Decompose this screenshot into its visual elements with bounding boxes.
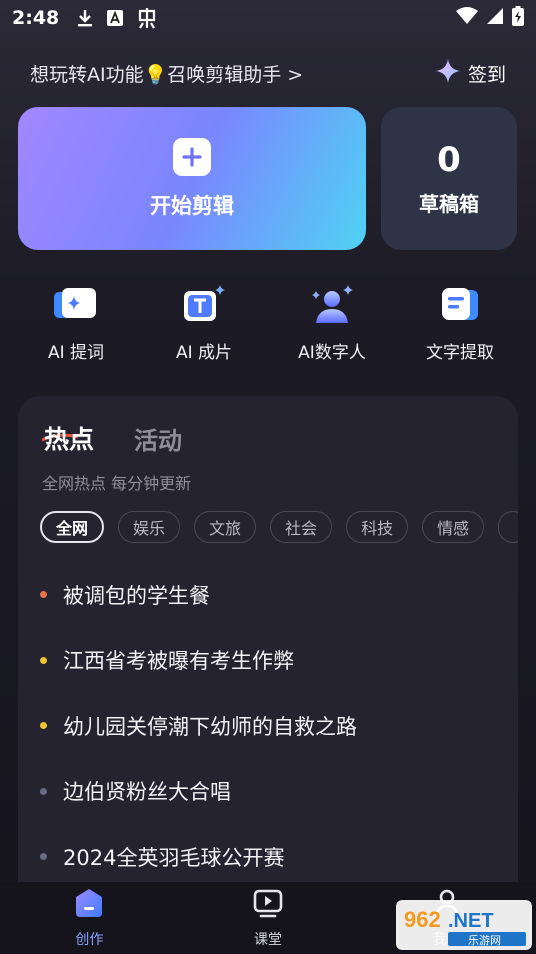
list-item[interactable]: 幼儿园关停潮下幼师的自救之路: [40, 693, 500, 759]
tool-label: AI 提词: [47, 343, 105, 363]
wifi-icon: [456, 6, 478, 30]
ai-prompter-icon: [52, 282, 100, 326]
tool-label: AI数字人: [298, 343, 366, 363]
chip-all[interactable]: 全网: [40, 511, 105, 543]
ai-avatar-icon: [308, 282, 356, 326]
rank-dot: [40, 787, 47, 795]
sparkle-icon: [435, 58, 460, 88]
checkin-button[interactable]: 签到: [435, 58, 506, 88]
rank-dot: [40, 591, 47, 599]
text-extract-icon: [436, 282, 484, 326]
rank-dot: [40, 722, 47, 730]
svg-text:962: 962: [404, 907, 441, 932]
site-watermark: 962 .NET 乐游网: [396, 900, 532, 950]
a-notification-icon: [107, 10, 124, 26]
hot-topic-list: 被调包的学生餐 江西省考被曝有考生作弊 幼儿园关停潮下幼师的自救之路 边伯贤粉丝…: [40, 562, 500, 886]
svg-text:乐游网: 乐游网: [468, 934, 501, 947]
tool-label: AI 成片: [175, 343, 233, 363]
list-item[interactable]: 被调包的学生餐: [40, 562, 500, 628]
ai-video-icon: [180, 282, 228, 326]
chip-more[interactable]: [498, 511, 518, 543]
assistant-banner-link[interactable]: 想玩转AI功能💡召唤剪辑助手 >: [30, 60, 303, 87]
tool-ai-avatar[interactable]: AI数字人: [277, 282, 387, 364]
tool-ai-prompter[interactable]: AI 提词: [21, 282, 131, 364]
nav-label: 课堂: [253, 932, 282, 948]
status-bar: 2:48: [0, 0, 536, 36]
rank-dot: [40, 656, 47, 664]
topic-text: 江西省考被曝有考生作弊: [63, 649, 294, 674]
app-notification-icon: [137, 7, 157, 29]
battery-icon: [512, 5, 524, 31]
list-item[interactable]: 边伯贤粉丝大合唱: [40, 759, 500, 825]
checkin-label: 签到: [467, 63, 506, 86]
start-editing-label: 开始剪辑: [150, 193, 234, 218]
chip-entertainment[interactable]: 娱乐: [118, 511, 181, 543]
list-item[interactable]: 2024全英羽毛球公开赛: [40, 824, 500, 886]
classroom-icon: [252, 887, 284, 923]
tab-hot-label: 热点: [44, 425, 95, 454]
tool-label: 文字提取: [426, 343, 494, 363]
tool-shortcuts: AI 提词 AI 成片 AI数字人 文字提取: [0, 282, 536, 364]
panel-subtitle: 全网热点 每分钟更新: [42, 474, 192, 493]
hot-topics-panel: 热点 活动 全网热点 每分钟更新 全网 娱乐 文旅 社会 科技 情感 被调包的学…: [18, 396, 518, 886]
panel-tabs: 热点 活动: [42, 420, 182, 456]
status-time: 2:48: [12, 7, 60, 29]
download-icon: [77, 9, 93, 27]
topic-text: 2024全英羽毛球公开赛: [63, 845, 285, 870]
tool-text-extract[interactable]: 文字提取: [405, 282, 515, 364]
list-item[interactable]: 江西省考被曝有考生作弊: [40, 628, 500, 694]
svg-text:.NET: .NET: [448, 910, 494, 932]
plus-icon: [173, 137, 211, 176]
category-chips: 全网 娱乐 文旅 社会 科技 情感: [40, 511, 518, 543]
topic-text: 被调包的学生餐: [63, 583, 210, 608]
banner-row: 想玩转AI功能💡召唤剪辑助手 > 签到: [30, 58, 506, 88]
tab-hot[interactable]: 热点: [42, 420, 95, 456]
chip-culture-travel[interactable]: 文旅: [194, 511, 257, 543]
topic-text: 边伯贤粉丝大合唱: [63, 780, 231, 805]
tool-ai-video[interactable]: AI 成片: [149, 282, 259, 364]
nav-classroom[interactable]: 课堂: [208, 887, 328, 949]
drafts-label: 草稿箱: [419, 192, 479, 216]
nav-label: 创作: [75, 932, 104, 948]
drafts-count: 0: [437, 140, 461, 180]
rank-dot: [40, 853, 47, 861]
chip-emotion[interactable]: 情感: [422, 511, 485, 543]
nav-create[interactable]: 创作: [29, 887, 149, 949]
chip-tech[interactable]: 科技: [346, 511, 409, 543]
chip-society[interactable]: 社会: [270, 511, 333, 543]
topic-text: 幼儿园关停潮下幼师的自救之路: [63, 714, 357, 739]
create-icon: [73, 887, 105, 923]
drafts-button[interactable]: 0 草稿箱: [381, 107, 517, 250]
start-editing-button[interactable]: 开始剪辑: [18, 107, 366, 250]
tab-activity[interactable]: 活动: [134, 421, 182, 456]
signal-icon: [486, 7, 504, 30]
